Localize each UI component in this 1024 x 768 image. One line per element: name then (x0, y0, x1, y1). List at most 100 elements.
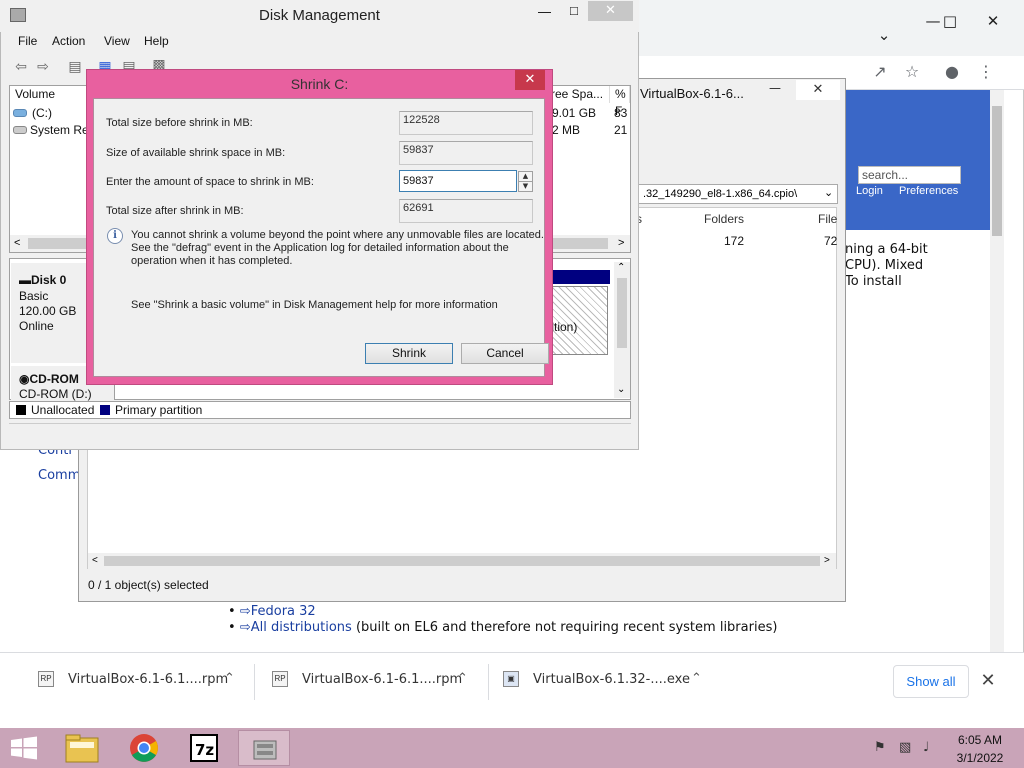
scroll-right-icon[interactable]: > (824, 555, 830, 566)
volume-free: 9.01 GB (552, 106, 597, 120)
shrink-dialog-title: Shrink C: (290, 76, 349, 92)
shrink-amount-input[interactable]: 59837 (399, 170, 517, 192)
page-snippet: CPU). Mixed (845, 258, 924, 273)
page-snippet: To install (845, 274, 902, 289)
virtualbox-icon: ▣ (503, 671, 519, 687)
primary-partition-swatch (100, 405, 110, 415)
disk-name: ▬Disk 0 (19, 273, 67, 287)
amount-label: Enter the amount of space to shrink in M… (106, 176, 314, 188)
menu-view[interactable]: View (104, 34, 130, 48)
page-scrollbar-thumb[interactable] (992, 106, 1002, 236)
download-item[interactable]: RP VirtualBox-6.1-6.1....rpm ⌃ (38, 666, 248, 698)
cdrom-name: ◉CD-ROM (19, 372, 79, 386)
rpm-file-icon: RP (272, 671, 288, 687)
maximize-icon[interactable]: □ (932, 6, 968, 36)
profile-avatar-icon[interactable]: ● (938, 58, 966, 86)
legend-primary-partition: Primary partition (115, 403, 203, 417)
disk-view-vscroll-thumb[interactable] (617, 278, 627, 348)
minimize-icon[interactable]: — (538, 4, 551, 19)
chevron-up-icon[interactable]: ⌃ (457, 671, 468, 686)
spin-down-icon[interactable]: ▼ (518, 181, 533, 192)
cdrom-type: CD-ROM (D:) (19, 387, 92, 401)
close-icon[interactable]: ✕ (515, 70, 545, 90)
network-icon[interactable]: ▧ (899, 740, 911, 755)
shrink-button[interactable]: Shrink (365, 343, 453, 364)
start-windows-icon[interactable] (10, 736, 38, 760)
disk-status: Online (19, 319, 54, 333)
disk-size: 120.00 GB (19, 304, 77, 318)
flag-notification-icon[interactable]: ⚑ (874, 740, 886, 755)
total-after-value: 62691 (399, 199, 533, 223)
clock-date[interactable]: 3/1/2022 (952, 751, 1008, 765)
forward-icon[interactable]: ⇨ (34, 58, 52, 76)
scroll-left-icon[interactable]: < (92, 555, 98, 566)
column-header-free-space[interactable]: ree Spa... (546, 86, 610, 103)
volume-muted-icon[interactable]: ♩ (923, 740, 929, 755)
side-link[interactable]: Comm (38, 468, 80, 483)
preferences-link[interactable]: Preferences (899, 185, 958, 197)
volume-free: 2 MB (552, 123, 581, 137)
column-header[interactable]: Folders (704, 212, 744, 226)
dm-statusbar (9, 423, 631, 445)
close-icon[interactable]: ✕ (796, 80, 840, 100)
tab-search-chevron-icon[interactable]: ⌄ (866, 20, 902, 50)
scroll-up-icon[interactable]: ⌃ (617, 262, 625, 273)
files-count: 72 (824, 234, 838, 248)
share-icon[interactable]: ↗ (866, 58, 894, 86)
7zip-hscroll-thumb[interactable] (104, 556, 820, 566)
cancel-button[interactable]: Cancel (461, 343, 549, 364)
menu-kebab-icon[interactable]: ⋮ (972, 58, 1000, 86)
column-header[interactable]: File (818, 212, 837, 226)
disk-management-taskbar-icon[interactable] (238, 730, 290, 766)
console-tree-icon[interactable]: ▤ (66, 58, 84, 76)
available-value: 59837 (399, 141, 533, 165)
rpm-file-icon: RP (38, 671, 54, 687)
path-dropdown-icon[interactable]: ⌄ (824, 186, 833, 199)
drive-icon (13, 109, 27, 117)
close-icon[interactable]: ✕ (588, 1, 633, 21)
scroll-left-icon[interactable]: < (14, 237, 20, 249)
7zip-path-field[interactable]: .32_149290_el8-1.x86_64.cpio\ (638, 184, 838, 204)
total-before-label: Total size before shrink in MB: (106, 117, 253, 129)
clock-time[interactable]: 6:05 AM (952, 733, 1008, 747)
fedora-link[interactable]: ⇨Fedora 32 (240, 604, 316, 619)
volume-pct: 83 (614, 106, 628, 120)
menu-help[interactable]: Help (144, 34, 169, 48)
back-icon[interactable]: ⇦ (12, 58, 30, 76)
chrome-icon[interactable] (118, 730, 170, 766)
minimize-icon[interactable]: — (760, 77, 790, 99)
chevron-up-icon[interactable]: ⌃ (691, 671, 702, 686)
scroll-down-icon[interactable]: ⌄ (617, 384, 625, 395)
download-item[interactable]: ▣ VirtualBox-6.1.32-....exe ⌃ (503, 666, 713, 698)
close-icon[interactable]: ✕ (975, 6, 1011, 36)
svg-text:7z: 7z (195, 741, 214, 759)
download-item[interactable]: RP VirtualBox-6.1-6.1....rpm ⌃ (272, 666, 482, 698)
show-all-button[interactable]: Show all (893, 665, 969, 698)
menu-action[interactable]: Action (52, 34, 85, 48)
column-header-volume[interactable]: Volume (10, 86, 90, 103)
available-label: Size of available shrink space in MB: (106, 147, 286, 159)
7zip-taskbar-icon[interactable]: 7z (178, 730, 230, 766)
login-link[interactable]: Login (856, 185, 883, 197)
7zip-status: 0 / 1 object(s) selected (88, 578, 209, 592)
chevron-up-icon[interactable]: ⌃ (224, 671, 235, 686)
menu-file[interactable]: File (18, 34, 37, 48)
close-shelf-icon[interactable]: ✕ (976, 669, 1000, 693)
help-text: See "Shrink a basic volume" in Disk Mana… (131, 299, 498, 311)
site-header (845, 90, 990, 230)
file-explorer-icon[interactable] (56, 730, 108, 766)
bookmark-star-icon[interactable]: ☆ (898, 58, 926, 86)
total-before-value: 122528 (399, 111, 533, 135)
all-distributions-link[interactable]: ⇨All distributions (240, 620, 352, 635)
column-header-pct-free[interactable]: % F (610, 86, 630, 118)
disk-type: Basic (19, 289, 49, 303)
scroll-right-icon[interactable]: > (618, 237, 624, 249)
drive-icon (13, 126, 27, 134)
unallocated-swatch (16, 405, 26, 415)
maximize-icon[interactable]: □ (570, 3, 578, 18)
volume-name[interactable]: (C:) (32, 106, 52, 120)
info-text: You cannot shrink a volume beyond the po… (131, 229, 544, 241)
folders-count: 172 (724, 234, 745, 248)
volume-name[interactable]: System Res (30, 123, 95, 137)
site-search-input[interactable]: search... (858, 166, 961, 184)
